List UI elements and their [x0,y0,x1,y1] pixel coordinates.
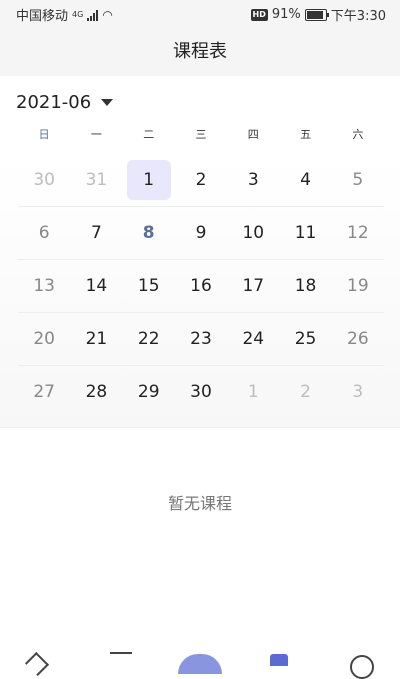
calendar-day[interactable]: 30 [175,366,227,418]
calendar-day[interactable]: 19 [332,260,384,312]
calendar-day[interactable]: 9 [175,207,227,259]
calendar-day[interactable]: 29 [123,366,175,418]
calendar-day[interactable]: 12 [332,207,384,259]
calendar-day[interactable]: 15 [123,260,175,312]
empty-state-text: 暂无课程 [167,494,232,513]
status-left: 中国移动 4G ◠ [16,5,113,25]
calendar-day[interactable]: 22 [123,313,175,365]
calendar-day[interactable]: 17 [227,260,279,312]
calendar-day[interactable]: 26 [332,313,384,365]
calendar-day[interactable]: 28 [70,366,122,418]
status-bar: 中国移动 4G ◠ HD 91% 下午3:30 [0,0,400,28]
network-type: 4G [72,10,84,19]
weekday-tue: 二 [143,128,155,141]
weekday-fri: 五 [300,128,312,141]
calendar-day[interactable]: 3 [332,366,384,418]
calendar-day[interactable]: 18 [279,260,331,312]
empty-state: 暂无课程 [0,490,400,514]
calendar-week: 27 28 29 30 1 2 3 [18,366,384,418]
divider [0,427,400,428]
calendar-day[interactable]: 31 [70,154,122,206]
calendar-day[interactable]: 2 [175,154,227,206]
calendar-day[interactable]: 20 [18,313,70,365]
caret-down-icon [101,98,114,106]
calendar-day[interactable]: 3 [227,154,279,206]
weekday-wed: 三 [195,128,207,141]
calendar-day[interactable]: 7 [70,207,122,259]
wifi-icon: ◠ [102,7,113,22]
signal-icon [87,9,99,21]
weekday-sat: 六 [352,128,364,141]
calendar-day[interactable]: 27 [18,366,70,418]
calendar-day[interactable]: 16 [175,260,227,312]
calendar-day[interactable]: 30 [18,154,70,206]
month-picker[interactable]: 2021-06 [16,88,114,116]
calendar-week: 30 31 1 2 3 4 5 [18,154,384,207]
clock: 下午3:30 [330,9,386,24]
calendar-day[interactable]: 10 [227,207,279,259]
calendar-day[interactable]: 11 [279,207,331,259]
weekday-header: 日 一 二 三 四 五 六 [18,126,384,152]
calendar-day[interactable]: 23 [175,313,227,365]
calendar-day[interactable]: 21 [70,313,122,365]
home-icon[interactable] [24,651,50,677]
calendar-day[interactable]: 1 [227,366,279,418]
calendar-week: 20 21 22 23 24 25 26 [18,313,384,366]
calendar-day[interactable]: 4 [279,154,331,206]
calendar-day[interactable]: 14 [70,260,122,312]
nav-bar: 课程表 [0,28,400,76]
status-right: HD 91% 下午3:30 [250,5,386,24]
calendar-week: 6 7 8 9 10 11 12 [18,207,384,260]
month-label: 2021-06 [16,91,92,113]
profile-icon[interactable] [350,655,374,679]
calendar-day-today[interactable]: 8 [123,207,175,259]
weekday-mon: 一 [90,128,102,141]
calendar-week: 13 14 15 16 17 18 19 [18,260,384,313]
calendar-day[interactable]: 5 [332,154,384,206]
carrier-label: 中国移动 [16,9,69,24]
weekday-sun: 日 [38,128,50,141]
calendar-day[interactable]: 13 [18,260,70,312]
book-icon[interactable] [110,652,132,672]
calendar-grid: 30 31 1 2 3 4 5 6 7 8 9 10 11 12 13 14 1… [0,154,400,427]
page-title: 课程表 [173,41,227,62]
center-action-icon[interactable] [178,654,222,674]
weekday-thu: 四 [247,128,259,141]
battery-percent: 91% [271,7,301,22]
calendar-icon[interactable] [270,654,288,666]
calendar-day[interactable]: 25 [279,313,331,365]
hd-badge: HD [250,8,268,21]
battery-icon [304,8,329,21]
calendar-day-selected[interactable]: 1 [123,154,175,206]
tab-bar [0,648,400,679]
calendar-day[interactable]: 24 [227,313,279,365]
calendar-day[interactable]: 6 [18,207,70,259]
calendar-day[interactable]: 2 [279,366,331,418]
